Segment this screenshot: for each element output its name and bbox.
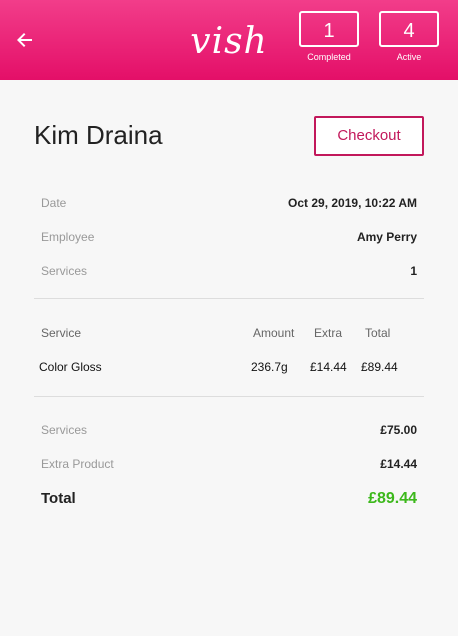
date-value: Oct 29, 2019, 10:22 AM bbox=[288, 196, 417, 210]
col-header-extra: Extra bbox=[314, 326, 343, 340]
summary-extra-label: Extra Product bbox=[41, 457, 114, 471]
total-row: Total £89.44 bbox=[41, 490, 417, 508]
summary-extra-value: £14.44 bbox=[380, 457, 417, 471]
services-count-label: Services bbox=[41, 264, 88, 278]
col-header-total: Total bbox=[365, 326, 391, 340]
divider bbox=[34, 298, 424, 299]
service-name: Color Gloss bbox=[39, 360, 102, 374]
col-header-amount: Amount bbox=[253, 326, 295, 340]
employee-label: Employee bbox=[41, 230, 95, 244]
service-total: £89.44 bbox=[361, 360, 398, 374]
checkout-button[interactable]: Checkout bbox=[314, 116, 424, 156]
completed-count: 1 bbox=[299, 11, 359, 47]
services-count-value: 1 bbox=[410, 264, 417, 278]
active-label: Active bbox=[396, 52, 422, 62]
app-header: vish 1 Completed 4 Active bbox=[0, 0, 458, 80]
summary-row-extra-product: Extra Product £14.44 bbox=[41, 457, 417, 471]
active-counter[interactable]: 4 Active bbox=[379, 11, 439, 62]
client-name: Kim Draina bbox=[34, 120, 163, 150]
active-count: 4 bbox=[379, 11, 439, 47]
completed-label: Completed bbox=[307, 52, 351, 62]
detail-row-employee: Employee Amy Perry bbox=[41, 230, 417, 244]
total-label: Total bbox=[41, 490, 76, 507]
summary-services-label: Services bbox=[41, 423, 88, 437]
summary-row-services: Services £75.00 bbox=[41, 423, 417, 437]
divider bbox=[34, 396, 424, 397]
summary-services-value: £75.00 bbox=[380, 423, 417, 437]
detail-row-services: Services 1 bbox=[41, 264, 417, 278]
service-extra: £14.44 bbox=[310, 360, 347, 374]
checkout-card: Kim Draina Checkout Date Oct 29, 2019, 1… bbox=[0, 80, 458, 636]
detail-row-date: Date Oct 29, 2019, 10:22 AM bbox=[41, 196, 417, 210]
col-header-service: Service bbox=[41, 326, 82, 340]
service-amount: 236.7g bbox=[251, 360, 288, 374]
date-label: Date bbox=[41, 196, 67, 210]
total-value: £89.44 bbox=[368, 490, 417, 507]
completed-counter[interactable]: 1 Completed bbox=[299, 11, 359, 62]
employee-value: Amy Perry bbox=[356, 230, 417, 244]
